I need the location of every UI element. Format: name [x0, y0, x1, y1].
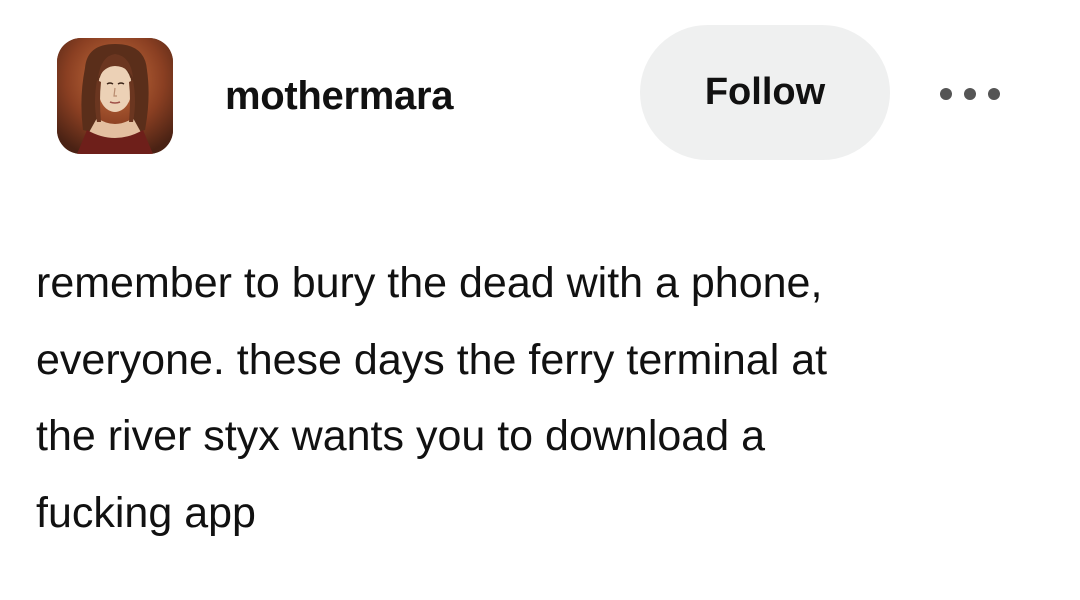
follow-button[interactable]: Follow	[640, 25, 890, 160]
author-username[interactable]: mothermara	[225, 70, 454, 122]
author-avatar[interactable]	[57, 38, 173, 154]
post-text-line: remember to bury the dead with a phone,	[36, 259, 823, 307]
post-text-line: the river styx wants you to download a	[36, 412, 765, 460]
more-options-button[interactable]	[930, 72, 1010, 116]
portrait-avatar-icon	[57, 38, 173, 154]
post-body-text: remember to bury the dead with a phone, …	[36, 245, 1056, 551]
post-text-line: fucking app	[36, 488, 256, 537]
post-header: mothermara Follow	[0, 0, 1080, 190]
more-options-icon	[940, 88, 1000, 100]
post-text-line: everyone. these days the ferry terminal …	[36, 335, 828, 384]
